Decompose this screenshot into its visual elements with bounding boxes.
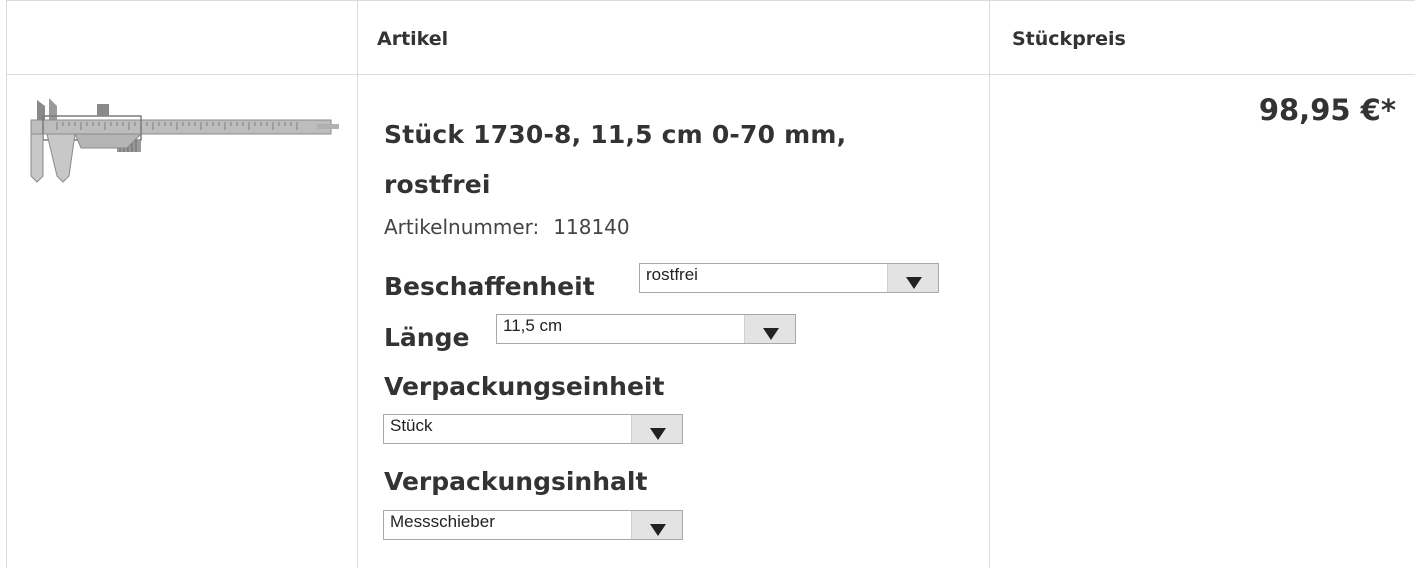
beschaffenheit-label: Beschaffenheit — [384, 272, 595, 301]
column-divider — [357, 0, 358, 568]
article-number-label: Artikelnummer: — [384, 215, 540, 239]
chevron-down-icon — [906, 277, 922, 289]
column-divider — [989, 0, 990, 568]
dropdown-button[interactable] — [887, 264, 938, 292]
verpackungseinheit-value: Stück — [390, 416, 433, 435]
chevron-down-icon — [650, 524, 666, 536]
laenge-select[interactable]: 11,5 cm — [496, 314, 796, 344]
article-number-row: Artikelnummer: 118140 — [384, 215, 630, 239]
product-title[interactable]: Stück 1730-8, 11,5 cm 0-70 mm, rostfrei — [384, 110, 944, 210]
verpackungsinhalt-value: Messschieber — [390, 512, 495, 531]
beschaffenheit-select[interactable]: rostfrei — [639, 263, 939, 293]
chevron-down-icon — [763, 328, 779, 340]
verpackungsinhalt-label: Verpackungsinhalt — [384, 467, 648, 496]
table-top-border — [7, 0, 1415, 1]
cart-table: Artikel Stückpreis Stück 1730-8, 11,5 cm… — [6, 0, 1415, 568]
unit-price: 98,95 €* — [1258, 93, 1396, 127]
article-number-value: 118140 — [553, 215, 630, 239]
header-divider — [7, 74, 1415, 75]
beschaffenheit-value: rostfrei — [646, 265, 698, 284]
verpackungseinheit-label: Verpackungseinheit — [384, 372, 665, 401]
column-header-price: Stückpreis — [1012, 28, 1126, 50]
caliper-icon — [30, 98, 339, 183]
product-image-link[interactable] — [17, 92, 347, 192]
dropdown-button[interactable] — [744, 315, 795, 343]
laenge-label: Länge — [384, 323, 470, 352]
column-header-article: Artikel — [377, 28, 449, 50]
dropdown-button[interactable] — [631, 415, 682, 443]
verpackungseinheit-select[interactable]: Stück — [383, 414, 683, 444]
laenge-value: 11,5 cm — [503, 316, 563, 335]
dropdown-button[interactable] — [631, 511, 682, 539]
chevron-down-icon — [650, 428, 666, 440]
verpackungsinhalt-select[interactable]: Messschieber — [383, 510, 683, 540]
